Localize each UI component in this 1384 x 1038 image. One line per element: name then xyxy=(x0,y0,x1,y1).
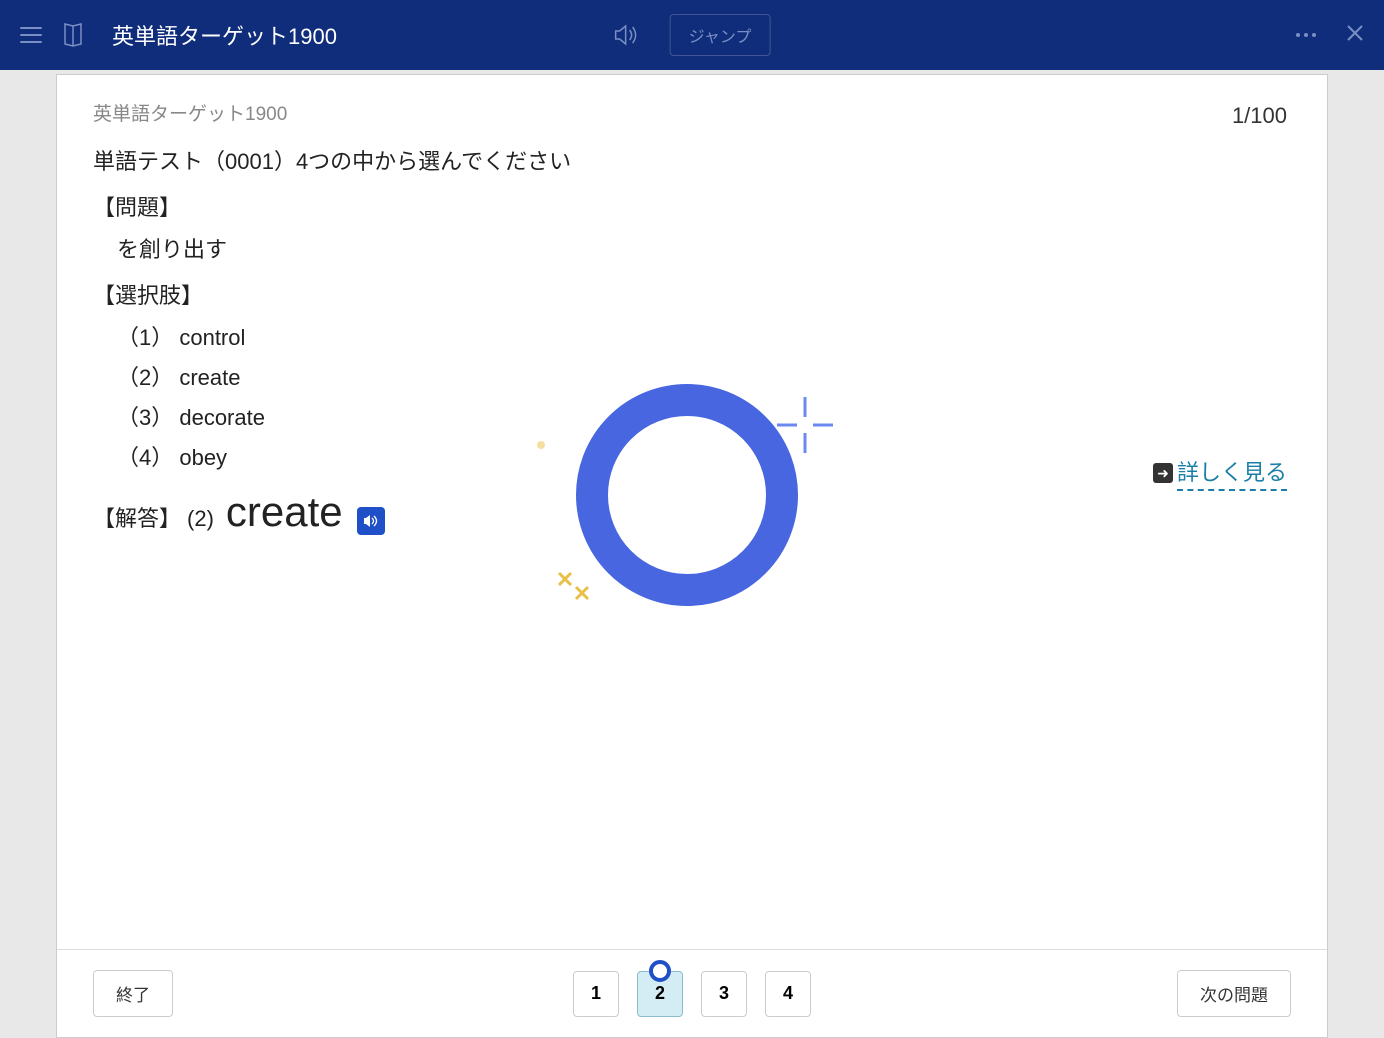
detail-link[interactable]: 詳しく見る xyxy=(1177,455,1287,491)
correct-marker-icon xyxy=(649,960,671,982)
jump-button[interactable]: ジャンプ xyxy=(670,14,771,56)
footer-bar: 終了 1234 次の問題 xyxy=(57,949,1327,1037)
choice-item: （2） create xyxy=(117,360,1291,392)
question-text: を創り出す xyxy=(117,232,1291,264)
choice-item: （3） decorate xyxy=(117,400,1291,432)
choices-label: 【選択肢】 xyxy=(93,278,1291,310)
next-question-button[interactable]: 次の問題 xyxy=(1177,970,1291,1017)
speaker-icon[interactable] xyxy=(614,24,640,46)
answer-row: 【解答】 (2) create xyxy=(93,488,1291,536)
answer-choice-button-3[interactable]: 3 xyxy=(701,971,747,1017)
breadcrumb: 英単語ターゲット1900 xyxy=(93,99,1291,126)
choice-item: （4） obey xyxy=(117,440,1291,472)
book-icon[interactable] xyxy=(62,22,84,48)
content-scroll[interactable]: 英単語ターゲット1900 1/100 単語テスト（0001）4つの中から選んでく… xyxy=(57,75,1327,949)
answer-button-group: 1234 xyxy=(573,971,811,1017)
content-panel: 英単語ターゲット1900 1/100 単語テスト（0001）4つの中から選んでく… xyxy=(56,74,1328,1038)
answer-choice-button-4[interactable]: 4 xyxy=(765,971,811,1017)
body-area: 英単語ターゲット1900 1/100 単語テスト（0001）4つの中から選んでく… xyxy=(0,70,1384,1038)
answer-label: 【解答】 xyxy=(93,501,181,533)
question-label: 【問題】 xyxy=(93,190,1291,222)
detail-link-wrap: ➜ 詳しく見る xyxy=(1153,455,1287,491)
answer-word: create xyxy=(226,488,343,536)
app-title: 英単語ターゲット1900 xyxy=(112,19,337,51)
progress-counter: 1/100 xyxy=(1232,103,1287,129)
header-center: ジャンプ xyxy=(614,14,771,56)
answer-choice-button-1[interactable]: 1 xyxy=(573,971,619,1017)
app-header: 英単語ターゲット1900 ジャンプ xyxy=(0,0,1384,70)
hamburger-menu-icon[interactable] xyxy=(20,27,42,43)
play-audio-button[interactable] xyxy=(357,507,385,535)
header-left: 英単語ターゲット1900 xyxy=(20,19,337,51)
arrow-right-icon: ➜ xyxy=(1153,463,1173,483)
choice-item: （1） control xyxy=(117,320,1291,352)
exit-button[interactable]: 終了 xyxy=(93,970,173,1017)
more-options-icon[interactable] xyxy=(1296,33,1316,37)
header-right xyxy=(1296,21,1364,49)
instruction-text: 単語テスト（0001）4つの中から選んでください xyxy=(93,144,1291,176)
answer-number: (2) xyxy=(187,506,214,532)
close-icon[interactable] xyxy=(1346,21,1364,49)
answer-choice-button-2[interactable]: 2 xyxy=(637,971,683,1017)
